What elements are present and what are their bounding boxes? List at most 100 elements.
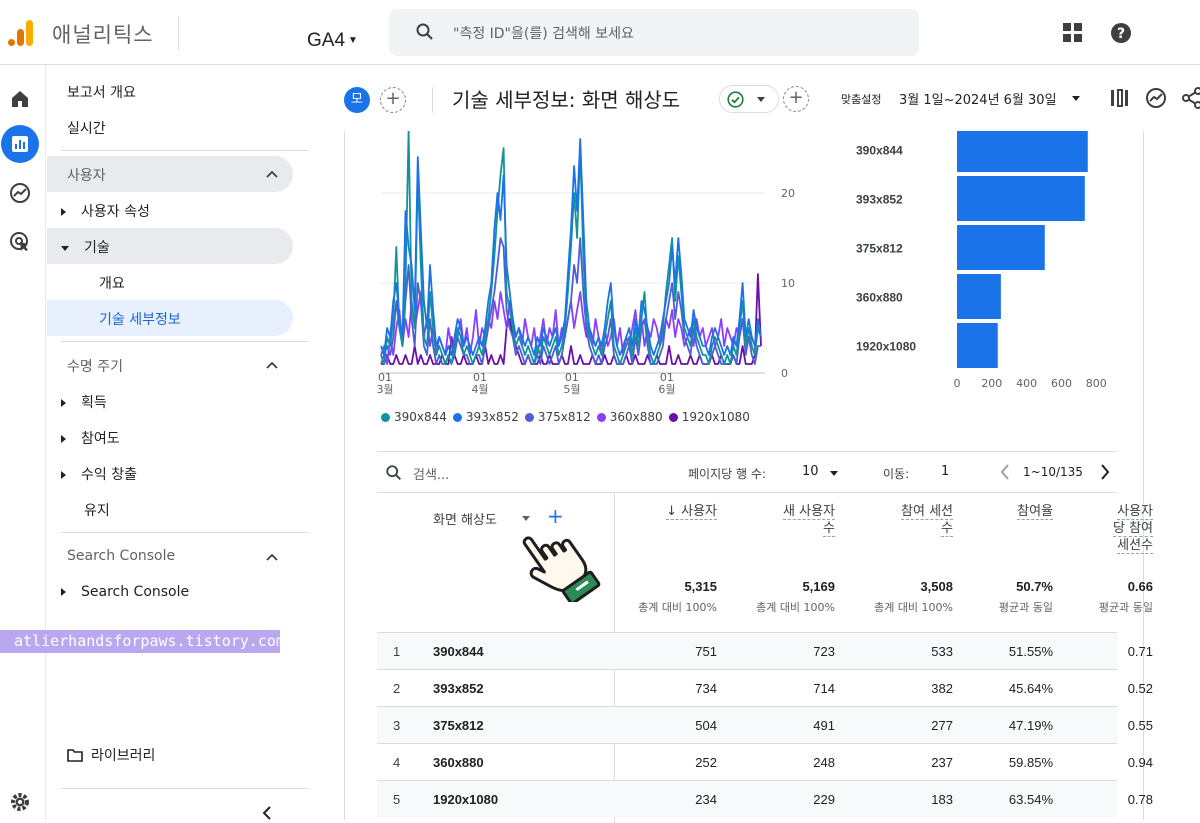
bar-category-label: 1920x1080 [856,340,916,354]
date-range-picker[interactable]: 3월 1일~2024년 6월 30일 [899,89,1057,108]
x-tick-label: 4월 [471,383,488,396]
table-row[interactable]: 2 393x852 734 714 382 45.64% 0.52 [377,669,1153,706]
table-row[interactable]: 1 390x844 751 723 533 51.55% 0.71 [377,632,1153,669]
chevron-up-icon[interactable] [266,551,278,563]
metric-total-sub: 총계 대비 100% [874,601,953,614]
table-row[interactable]: 4 360x880 252 248 237 59.85% 0.94 [377,743,1153,780]
table-row[interactable]: 3 375x812 504 491 277 47.19% 0.55 [377,706,1153,743]
metric-total: 3,508 [920,579,953,594]
property-selector[interactable]: GA4 ▼ [307,30,358,52]
sidebar-item-tech[interactable]: 기술 [61,237,110,257]
watermark: atlierhandsforpaws.tistory.com [0,630,285,653]
sidebar-item-tech-detail[interactable]: 기술 세부정보 [99,309,181,329]
brand-name[interactable]: 애널리틱스 [52,19,154,49]
divider [178,16,179,50]
custom-range-label: 맞춤설정 [841,93,882,106]
dimension-header[interactable]: 화면 해상도 [433,509,497,528]
segment-chip[interactable]: 모 [344,87,370,113]
metric-column-header[interactable]: 참여 세션 수 3,508 총계 대비 100% [843,503,953,615]
divider [61,341,309,342]
add-comparison-button[interactable]: + [380,87,406,113]
rows-per-page-label: 페이지당 행 수: [688,467,766,481]
metric-column-header[interactable]: ↓ 사용자 5,315 총계 대비 100% [607,503,717,615]
sidebar-item-engagement[interactable]: 참여도 [61,428,120,448]
sidebar-item-overview[interactable]: 보고서 개요 [67,82,136,102]
y-tick-label: 10 [781,277,795,290]
row-index: 1 [393,644,401,659]
legend-item[interactable]: 360x880 [596,410,663,424]
sidebar-item-realtime[interactable]: 실시간 [67,118,106,138]
sidebar-group-search-console[interactable]: Search Console [67,548,175,564]
pagination-range: 1~10/135 [1023,465,1083,479]
collapse-sidebar-icon[interactable] [260,806,274,820]
sidebar-item-label: 라이브러리 [91,748,156,764]
metric-column-header[interactable]: 사용자 당 참여 세션수 0.66 평균과 동일 [1043,503,1153,615]
chevron-down-icon[interactable] [830,471,838,476]
metric-header-label: 참여율 [1017,504,1053,520]
sidebar-item-label: 획득 [81,395,107,411]
analytics-logo-icon[interactable] [6,18,36,48]
prev-page-icon[interactable] [999,464,1011,480]
table-row[interactable]: 5 1920x1080 234 229 183 63.54% 0.78 [377,780,1153,817]
legend-item[interactable]: 375x812 [524,410,591,424]
row-metric-value: 252 [695,755,717,770]
chevron-up-icon[interactable] [266,168,278,180]
sidebar-item-monetization[interactable]: 수익 창출 [61,464,137,484]
compare-columns-icon[interactable] [1108,86,1132,110]
apps-grid-icon[interactable] [1063,23,1083,43]
row-metric-value: 183 [931,792,953,807]
legend-dot [668,413,678,422]
share-icon[interactable] [1180,86,1200,110]
row-metric-value: 0.78 [1127,792,1153,807]
insights-icon[interactable] [1144,86,1168,110]
divider [432,87,433,113]
help-icon[interactable]: ? [1110,22,1132,44]
search-box[interactable]: "측정 ID"을(를) 검색해 보세요 [389,9,919,56]
legend-dot [596,413,606,422]
add-filter-button[interactable]: + [783,86,809,112]
metric-column-header[interactable]: 새 사용자 수 5,169 총계 대비 100% [725,503,835,615]
home-icon[interactable] [8,87,32,111]
legend-item[interactable]: 393x852 [452,410,519,424]
chevron-down-icon [757,97,765,102]
metric-column-header[interactable]: 참여율 50.7% 평균과 동일 [943,503,1053,615]
legend-item[interactable]: 390x844 [381,410,447,424]
explore-icon[interactable] [8,181,32,205]
metric-header-label: 새 사용자 수 [783,504,835,537]
sidebar-item-retention[interactable]: 유지 [84,500,110,520]
chevron-down-icon[interactable] [1072,96,1080,101]
rows-per-page-select[interactable]: 10 [802,464,819,479]
chevron-up-icon[interactable] [266,359,278,371]
sidebar-item-acquisition[interactable]: 획득 [61,392,107,412]
row-metric-value: 723 [813,644,835,659]
bar-category-label: 375x812 [856,242,903,256]
report-status-chip[interactable] [719,85,779,113]
legend-dot [452,413,462,422]
y-tick-label: 0 [781,367,788,380]
metric-total: 5,315 [684,579,717,594]
chart-legend: 390x844 393x852 375x812 360x880 1920x1080 [381,410,756,424]
legend-item[interactable]: 1920x1080 [668,410,750,424]
legend-label: 375x812 [537,410,591,424]
metric-total-sub: 총계 대비 100% [638,601,717,614]
x-tick-label: 600 [1051,377,1072,390]
sidebar-group-lifecycle[interactable]: 수명 주기 [67,356,123,376]
sidebar-item-library[interactable]: 라이브러리 [67,745,155,765]
reports-icon[interactable] [8,132,32,156]
sidebar-group-users[interactable]: 사용자 [67,165,106,185]
next-page-icon[interactable] [1099,464,1111,480]
advertising-icon[interactable] [8,230,32,254]
svg-text:?: ? [1117,26,1125,42]
sidebar-item-search-console[interactable]: Search Console [61,584,189,600]
goto-label: 이동: [883,467,910,481]
row-metric-value: 51.55% [1008,644,1053,659]
legend-dot [524,413,534,422]
row-metric-value: 382 [931,681,953,696]
goto-page-input[interactable]: 1 [941,464,949,479]
table-search-input[interactable]: 검색... [413,464,449,483]
sidebar-item-user-attributes[interactable]: 사용자 속성 [61,201,150,221]
sidebar-item-tech-overview[interactable]: 개요 [99,273,125,293]
settings-icon[interactable] [8,790,32,814]
metric-header-label: 사용자 당 참여 세션수 [1112,504,1153,554]
search-icon [386,465,402,481]
